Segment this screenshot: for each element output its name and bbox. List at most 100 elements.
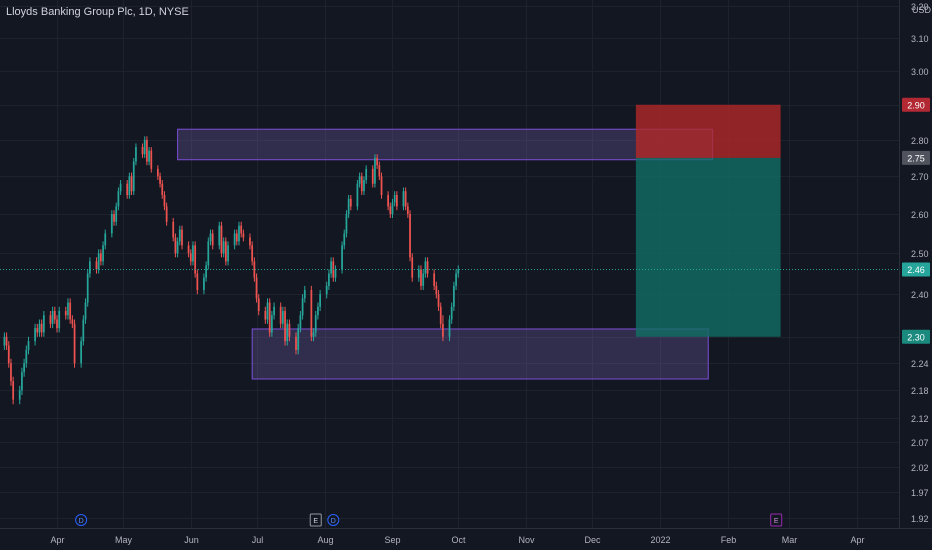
candle-down bbox=[224, 241, 227, 262]
candle-down bbox=[159, 176, 161, 184]
candle-up bbox=[178, 229, 181, 242]
candle-up bbox=[374, 157, 376, 184]
time-tick-label: Oct bbox=[451, 535, 466, 545]
candle-down bbox=[73, 323, 76, 364]
candle-up bbox=[319, 294, 322, 307]
candle-up bbox=[341, 245, 343, 270]
candle-up bbox=[312, 332, 315, 337]
candle-down bbox=[10, 363, 12, 382]
candle-up bbox=[343, 233, 346, 246]
candle-down bbox=[253, 261, 256, 278]
candle-down bbox=[5, 336, 8, 346]
candle-down bbox=[165, 206, 168, 222]
candle-down bbox=[376, 157, 379, 166]
candle-up bbox=[365, 168, 368, 181]
candle-up bbox=[110, 214, 113, 234]
candle-up bbox=[393, 194, 396, 203]
candle-up bbox=[86, 273, 89, 303]
candle-down bbox=[389, 206, 392, 215]
price-tick-label: 2.24 bbox=[911, 359, 929, 369]
candle-up bbox=[417, 269, 420, 278]
candle-up bbox=[176, 241, 179, 254]
candle-up bbox=[281, 310, 284, 324]
candle-up bbox=[391, 202, 394, 215]
earnings-marker-label: E bbox=[313, 518, 318, 525]
candle-up bbox=[450, 306, 453, 320]
currency-label: USD bbox=[912, 5, 932, 15]
candle-up bbox=[128, 176, 131, 195]
price-chart[interactable]: DEDE 3.203.103.002.902.802.702.602.502.4… bbox=[0, 0, 932, 550]
candle-up bbox=[51, 310, 54, 324]
short-position-tool[interactable] bbox=[635, 104, 781, 337]
candle-up bbox=[347, 198, 350, 215]
price-tick-label: 3.00 bbox=[911, 67, 929, 77]
candle-up bbox=[455, 273, 457, 286]
time-tick-label: Feb bbox=[721, 535, 737, 545]
candle-up bbox=[117, 191, 120, 207]
candle-down bbox=[235, 233, 238, 242]
candle-up bbox=[317, 306, 319, 316]
price-tick-label: 2.07 bbox=[911, 438, 929, 448]
candle-down bbox=[172, 221, 175, 238]
candle-down bbox=[406, 206, 409, 215]
candle-up bbox=[135, 147, 137, 162]
candle-up bbox=[115, 206, 118, 222]
candle-up bbox=[102, 245, 104, 262]
time-tick-label: Aug bbox=[317, 535, 333, 545]
price-tick-label: 1.97 bbox=[911, 488, 929, 498]
candle-down bbox=[360, 176, 363, 192]
candle-down bbox=[130, 176, 133, 192]
candle-down bbox=[12, 381, 15, 400]
price-tick-label: 2.02 bbox=[911, 463, 929, 473]
candle-up bbox=[356, 183, 359, 207]
candle-down bbox=[279, 306, 282, 324]
candle-up bbox=[271, 315, 273, 333]
candle-down bbox=[64, 310, 67, 316]
take-profit-area bbox=[635, 157, 781, 337]
candle-down bbox=[40, 323, 43, 333]
candle-up bbox=[38, 323, 41, 333]
candle-down bbox=[126, 183, 129, 195]
candle-down bbox=[420, 269, 422, 286]
candle-up bbox=[23, 363, 25, 373]
candle-up bbox=[328, 273, 330, 286]
candle-down bbox=[141, 147, 144, 155]
candle-down bbox=[255, 277, 258, 299]
price-tick-label: 1.92 bbox=[911, 514, 929, 524]
dividend-marker-label: D bbox=[79, 518, 84, 525]
candle-down bbox=[71, 319, 74, 324]
candle-down bbox=[284, 310, 286, 342]
entry-price-label: 2.75 bbox=[907, 153, 925, 163]
candle-up bbox=[233, 233, 236, 246]
price-tick-label: 2.60 bbox=[911, 210, 929, 220]
stop-loss-area bbox=[635, 104, 781, 158]
price-tick-label: 2.70 bbox=[911, 172, 929, 182]
candle-up bbox=[402, 191, 405, 207]
time-tick-label: Mar bbox=[782, 535, 798, 545]
candle-down bbox=[395, 194, 398, 207]
candle-down bbox=[310, 290, 313, 337]
candle-up bbox=[301, 298, 304, 316]
candle-down bbox=[49, 315, 52, 324]
candle-down bbox=[426, 261, 429, 274]
candle-up bbox=[203, 277, 205, 291]
candle-up bbox=[205, 265, 207, 278]
candle-up bbox=[424, 261, 427, 274]
candle-down bbox=[249, 237, 251, 246]
candle-up bbox=[286, 323, 289, 342]
candle-down bbox=[251, 245, 254, 262]
candle-down bbox=[411, 257, 414, 278]
candle-down bbox=[240, 225, 243, 234]
candle-down bbox=[387, 194, 389, 207]
candle-up bbox=[27, 341, 30, 350]
time-tick-label: Apr bbox=[850, 535, 864, 545]
candle-up bbox=[80, 341, 83, 364]
time-tick-label: Sep bbox=[384, 535, 400, 545]
candle-down bbox=[439, 306, 442, 324]
candle-up bbox=[238, 225, 240, 242]
candle-up bbox=[363, 180, 365, 192]
stop-price-label: 2.90 bbox=[907, 100, 925, 110]
candle-down bbox=[378, 165, 381, 177]
candle-up bbox=[84, 302, 87, 320]
candle-down bbox=[150, 150, 153, 169]
